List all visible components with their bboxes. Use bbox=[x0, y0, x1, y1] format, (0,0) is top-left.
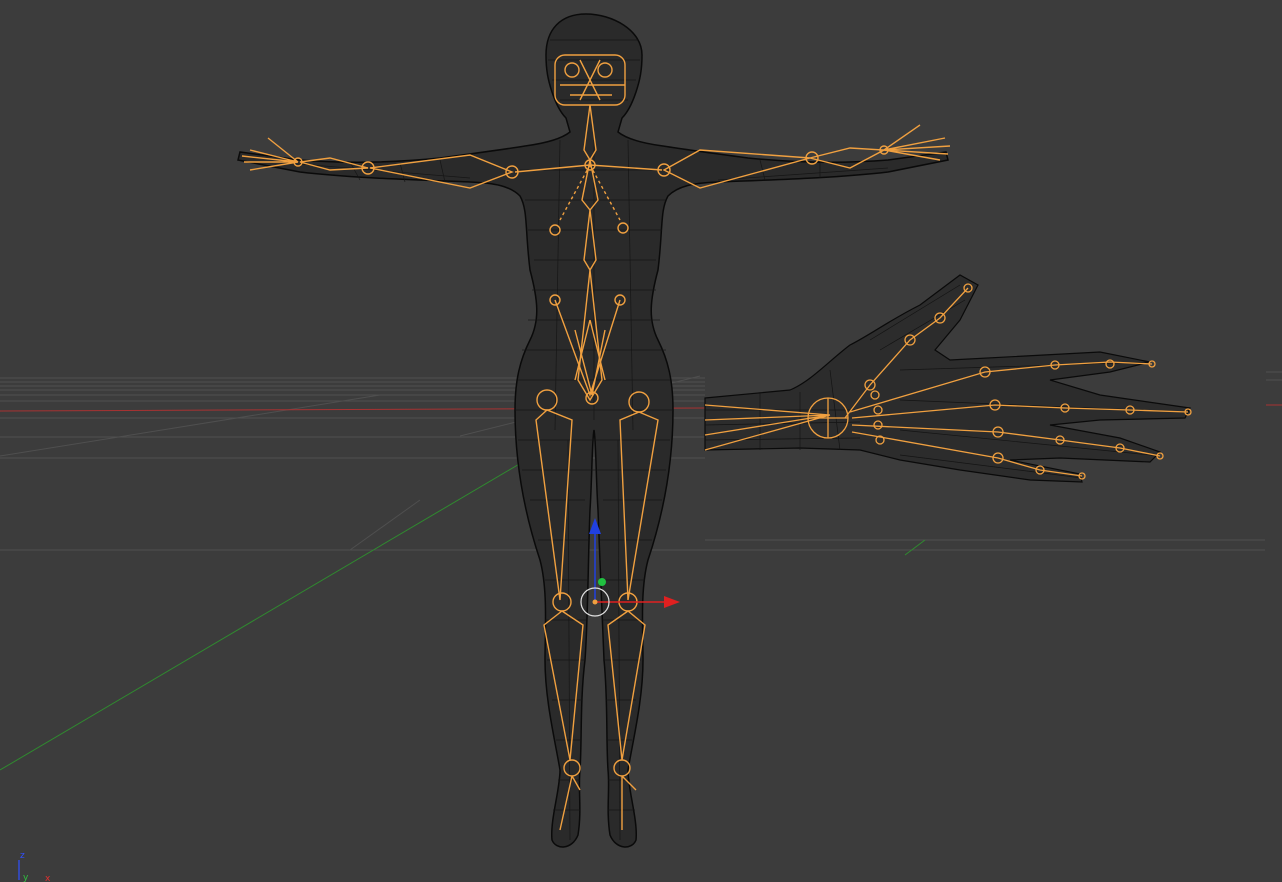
orientation-widget: z y x bbox=[18, 851, 51, 882]
viewport-canvas: z y x bbox=[0, 13, 1282, 882]
3d-viewport[interactable]: z y x bbox=[0, 0, 1282, 882]
x-arrow-icon[interactable] bbox=[664, 596, 680, 608]
pivot-point-icon bbox=[592, 599, 598, 605]
hand-closeup-view[interactable] bbox=[704, 274, 1192, 483]
y-axis-line bbox=[0, 439, 561, 771]
y-dot-icon[interactable] bbox=[598, 578, 606, 586]
y-axis-label: y bbox=[23, 873, 29, 882]
x-axis-label: x bbox=[45, 874, 51, 882]
z-axis-label: z bbox=[20, 851, 25, 861]
y-axis-line-right bbox=[904, 539, 926, 556]
